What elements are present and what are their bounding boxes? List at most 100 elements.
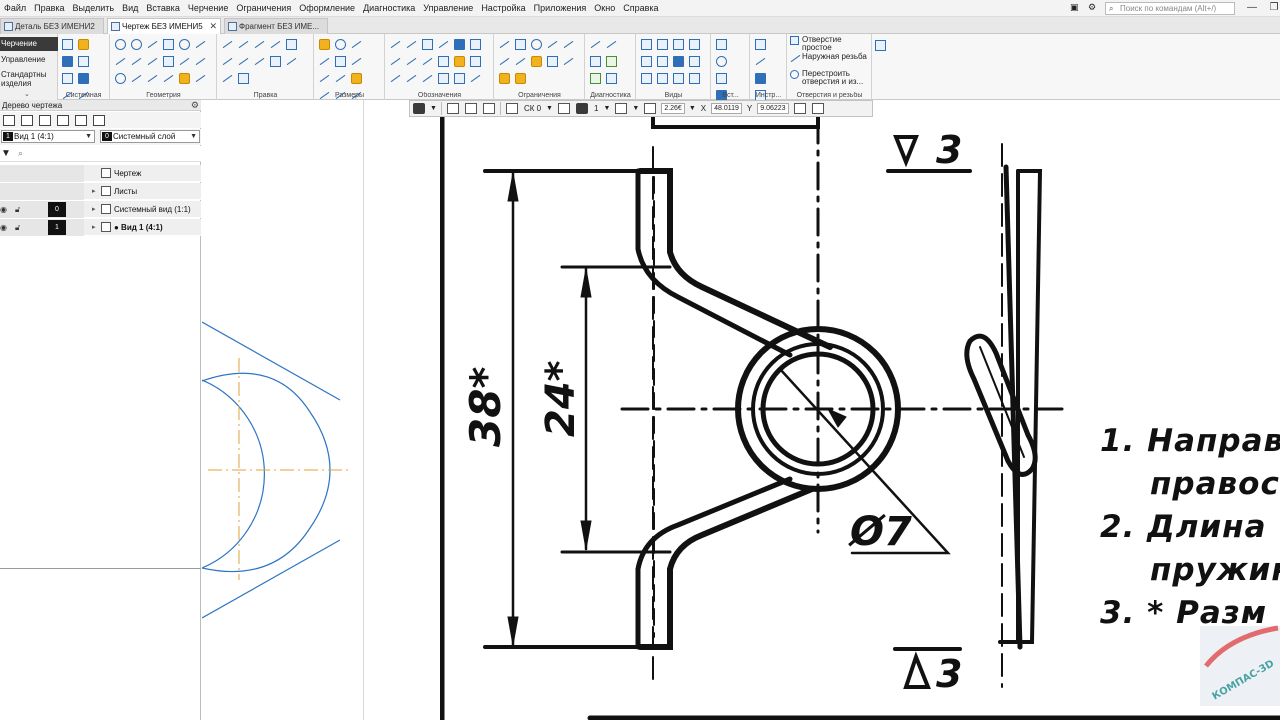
- chevron-down-icon[interactable]: ▼: [603, 105, 610, 112]
- offset-tool-icon[interactable]: [163, 73, 174, 84]
- layer-select[interactable]: 0 Системный слой ▼: [100, 130, 200, 143]
- menu-help[interactable]: Справка: [619, 0, 662, 17]
- chevron-down-icon[interactable]: ▼: [546, 105, 553, 112]
- measure-distance-icon[interactable]: [590, 39, 601, 50]
- menu-apps[interactable]: Приложения: [530, 0, 591, 17]
- tangent-icon[interactable]: [547, 39, 558, 50]
- tree-node-drawing[interactable]: Чертеж: [0, 165, 201, 182]
- table-tool-icon[interactable]: [470, 39, 481, 50]
- axis-line-icon[interactable]: [422, 56, 433, 67]
- split-tool-icon[interactable]: [222, 73, 233, 84]
- view-params-icon[interactable]: [689, 73, 700, 84]
- leader-icon[interactable]: [406, 39, 417, 50]
- tab-fragment[interactable]: Фрагмент БЕЗ ИМЕ...: [224, 18, 328, 34]
- new-doc-icon[interactable]: [62, 39, 73, 50]
- associative-view-icon[interactable]: [641, 73, 652, 84]
- zoom-value[interactable]: 2.26€: [661, 103, 685, 114]
- macro-icon[interactable]: [755, 73, 766, 84]
- tree-node-system-view[interactable]: ◉ 🔓︎ 0 ▸ Системный вид (1:1): [0, 201, 201, 218]
- fill-tool-icon[interactable]: [179, 73, 190, 84]
- expand-arrow-icon[interactable]: ▸: [92, 219, 96, 236]
- radial-dim-icon[interactable]: [351, 39, 362, 50]
- y-coordinate[interactable]: 9.06223: [757, 103, 789, 114]
- horizontal-icon[interactable]: [515, 39, 526, 50]
- show-constraints-icon[interactable]: [515, 73, 526, 84]
- chevron-down-icon[interactable]: ▼: [632, 105, 639, 112]
- tree-node-view-1[interactable]: ◉ 🔓︎ 1 ▸ ● Вид 1 (4:1): [0, 219, 201, 236]
- coincidence-icon[interactable]: [531, 39, 542, 50]
- rotate-tool-icon[interactable]: [238, 39, 249, 50]
- save-icon[interactable]: [62, 56, 73, 67]
- ortho-icon[interactable]: [464, 103, 477, 114]
- fillet-tool-icon[interactable]: [147, 73, 158, 84]
- break-view-icon[interactable]: [673, 56, 684, 67]
- base-symbol-icon[interactable]: [422, 39, 433, 50]
- diameter-dim-icon[interactable]: [335, 39, 346, 50]
- copy-tool-icon[interactable]: [286, 39, 297, 50]
- tree-layers-icon[interactable]: [39, 114, 51, 126]
- polyline-tool-icon[interactable]: [131, 56, 142, 67]
- mass-props-icon[interactable]: [590, 73, 601, 84]
- lock-icon[interactable]: 🔓︎: [15, 201, 20, 218]
- clip-tool-icon[interactable]: [238, 73, 249, 84]
- external-thread-button[interactable]: Наружная резьба: [790, 53, 868, 70]
- view-arrow-icon[interactable]: [406, 56, 417, 67]
- rectangle-tool-icon[interactable]: [163, 39, 174, 50]
- tangent-line-top[interactable]: [202, 321, 341, 401]
- gear-icon[interactable]: ⚙: [191, 100, 199, 111]
- menu-constraints[interactable]: Ограничения: [232, 0, 295, 17]
- weld-icon[interactable]: [406, 73, 417, 84]
- standard-views-icon[interactable]: [641, 39, 652, 50]
- tab-drawing[interactable]: Чертеж БЕЗ ИМЕНИ5 ✕: [107, 18, 221, 34]
- roughness-icon[interactable]: [390, 39, 401, 50]
- restore-icon[interactable]: ❐: [1262, 1, 1280, 15]
- equal-icon[interactable]: [547, 56, 558, 67]
- local-cs-icon[interactable]: [446, 103, 459, 114]
- position-icon[interactable]: [390, 73, 401, 84]
- library-icon[interactable]: [755, 39, 766, 50]
- chevron-down-icon[interactable]: ⌄: [24, 90, 30, 98]
- symmetric-icon[interactable]: [515, 56, 526, 67]
- marking-icon[interactable]: [470, 56, 481, 67]
- circle-tool-icon[interactable]: [115, 39, 126, 50]
- extra-tool-icon[interactable]: [875, 40, 886, 51]
- section-view-icon[interactable]: [673, 39, 684, 50]
- insert-object-icon[interactable]: [716, 73, 727, 84]
- lock-icon[interactable]: 🔓︎: [15, 219, 20, 236]
- chevron-down-icon[interactable]: ▼: [689, 105, 696, 112]
- menu-file[interactable]: Файл: [0, 0, 30, 17]
- grid-icon[interactable]: [505, 103, 518, 114]
- tree-view-icon[interactable]: [93, 114, 105, 126]
- stamp-icon[interactable]: [454, 73, 465, 84]
- auto-constraints-icon[interactable]: [499, 73, 510, 84]
- segment-tool-icon[interactable]: [115, 56, 126, 67]
- simple-hole-button[interactable]: Отверстие простое: [790, 36, 868, 53]
- funnel-icon[interactable]: ▼: [1, 148, 11, 159]
- command-search-input[interactable]: ⌕ Поиск по командам (Alt+/): [1105, 2, 1235, 15]
- menu-diagnostics[interactable]: Диагностика: [359, 0, 419, 17]
- wave-line-icon[interactable]: [470, 73, 481, 84]
- mode-manage[interactable]: Управление: [0, 55, 58, 64]
- measure-area-icon[interactable]: [590, 56, 601, 67]
- eye-icon[interactable]: ◉: [0, 201, 7, 218]
- minimize-icon[interactable]: —: [1240, 1, 1264, 15]
- tree-list-icon[interactable]: [21, 114, 33, 126]
- projection-view-icon[interactable]: [657, 39, 668, 50]
- detail-view-icon[interactable]: [689, 39, 700, 50]
- grid-symbol-icon[interactable]: [438, 56, 449, 67]
- chevron-down-icon[interactable]: ▼: [430, 105, 437, 112]
- ellipse-tool-icon[interactable]: [179, 39, 190, 50]
- snap-icon[interactable]: [413, 103, 425, 114]
- x-coordinate[interactable]: 48.0119: [711, 103, 742, 114]
- new-view-icon[interactable]: [641, 56, 652, 67]
- aux-line-icon[interactable]: [179, 56, 190, 67]
- step-value[interactable]: 1: [594, 104, 598, 113]
- scale-tool-icon[interactable]: [254, 39, 265, 50]
- auto-dimension-icon[interactable]: [319, 39, 330, 50]
- parallel-icon[interactable]: [499, 39, 510, 50]
- save-all-icon[interactable]: [78, 73, 89, 84]
- lightning-icon[interactable]: [454, 56, 465, 67]
- info-icon[interactable]: [606, 73, 617, 84]
- print-icon[interactable]: [78, 56, 89, 67]
- insert-fragment-icon[interactable]: [716, 39, 727, 50]
